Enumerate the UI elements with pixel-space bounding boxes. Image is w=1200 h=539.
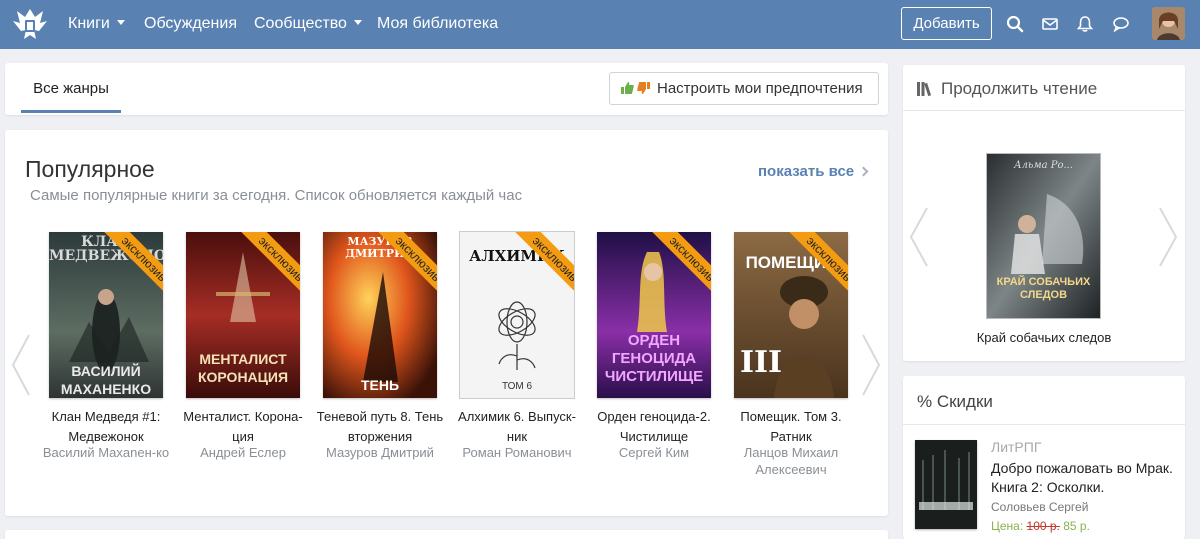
continue-next-arrow[interactable]: [1157, 206, 1179, 268]
discount-genre[interactable]: ЛитРПГ: [991, 439, 1041, 455]
mail-icon[interactable]: [1040, 14, 1060, 34]
carousel-next-arrow[interactable]: [860, 333, 882, 397]
chevron-down-icon: [353, 20, 362, 25]
book-title[interactable]: Клан Медведя #1: Медвежонок: [39, 407, 173, 447]
price-label: Цена:: [991, 519, 1024, 533]
search-icon[interactable]: [1005, 14, 1025, 34]
old-price: 100 р.: [1026, 519, 1060, 533]
book-author[interactable]: Андрей Еслер: [176, 444, 310, 461]
thumbs-down-icon: [637, 82, 650, 94]
continue-reading-title: Продолжить чтение: [941, 79, 1098, 98]
book-author[interactable]: Сергей Ким: [587, 444, 721, 461]
cover-bottom-text: ТОМ 6: [501, 381, 533, 392]
continue-book-title[interactable]: Край собачьих следов: [903, 330, 1185, 345]
book-title[interactable]: Менталист. Корона-ция: [176, 407, 310, 447]
book-author[interactable]: Василий Махanен-ко: [39, 444, 173, 461]
cover-art: [915, 440, 977, 529]
book-cover[interactable]: КЛАН МЕДВЕЖОНОК ВАСИЛИЙ МАХАНЕНКО эксклю…: [49, 232, 163, 398]
chevron-down-icon: [116, 20, 125, 25]
top-navbar: Книги Обсуждения Сообщество Моя библиоте…: [0, 0, 1200, 49]
cover-top-text: Альма Ро...: [1013, 160, 1074, 171]
book-cover[interactable]: ОРДЕН ГЕНОЦИДА ЧИСТИЛИЩЕ эксклюзив: [597, 232, 711, 398]
discounts-card: % Скидки ЛитРПГ Добро пожаловать во Мрак…: [903, 376, 1185, 539]
book-cover[interactable]: ПОМЕЩИК III эксклюзив: [734, 232, 848, 398]
continue-book-cover[interactable]: Альма Ро... КРАЙ СОБАЧЬИХ СЛЕДОВ: [987, 154, 1100, 318]
nav-my-library[interactable]: Моя библиотека: [377, 14, 498, 34]
next-section-card: [5, 530, 888, 539]
preferences-button[interactable]: Настроить мои предпочтения: [609, 72, 879, 105]
thumbs-up-icon: [621, 82, 634, 94]
chat-icon[interactable]: [1111, 14, 1131, 34]
discount-price: Цена: 100 р. 85 р.: [991, 519, 1090, 533]
discount-book-author[interactable]: Соловьев Сергей: [991, 500, 1088, 514]
nav-books-label: Книги: [68, 15, 110, 32]
discount-book-title[interactable]: Добро пожаловать во Мрак. Книга 2: Оскол…: [991, 459, 1181, 497]
section-title: Популярное: [25, 156, 155, 182]
cover-bottom-text: КРАЙ СОБАЧЬИХ СЛЕДОВ: [996, 276, 1091, 301]
nav-books[interactable]: Книги: [68, 14, 125, 34]
book-title[interactable]: Алхимик 6. Выпуск-ник: [450, 407, 584, 447]
book-title[interactable]: Орден геноцида-2. Чистилище: [587, 407, 721, 447]
book-author[interactable]: Мазуров Дмитрий: [313, 444, 447, 461]
discounts-title: % Скидки: [917, 392, 993, 411]
show-all-link[interactable]: показать все: [758, 163, 869, 180]
nav-community-label: Сообщество: [254, 15, 347, 32]
nav-community[interactable]: Сообщество: [254, 14, 362, 34]
cover-bottom-text: ТЕНЬ ВТОРЖЕНИЯ: [335, 377, 425, 398]
section-subtitle: Самые популярные книги за сегодня. Списо…: [30, 187, 523, 204]
show-all-label: показать все: [758, 163, 855, 180]
book-title[interactable]: Помещик. Том 3. Ратник: [724, 407, 858, 447]
continue-prev-arrow[interactable]: [908, 206, 930, 268]
cover-bottom-text: МЕНТАЛИСТ КОРОНАЦИЯ: [197, 351, 289, 385]
cover-bottom-text: ВАСИЛИЙ МАХАНЕНКО: [60, 363, 152, 397]
genre-tabs-card: Все жанры Настроить мои предпочтения: [5, 63, 888, 115]
divider: [903, 424, 1185, 425]
carousel-prev-arrow[interactable]: [10, 333, 32, 397]
chevron-right-icon: [858, 166, 869, 177]
discount-book-cover[interactable]: [915, 440, 977, 529]
book-title[interactable]: Теневой путь 8. Тень вторжения: [313, 407, 447, 447]
eagle-logo-icon[interactable]: [9, 3, 51, 45]
book-cover[interactable]: МАЗУРОВ ДМИТРИЙ ТЕНЬ ВТОРЖЕНИЯ эксклюзив: [323, 232, 437, 398]
cover-bottom-text: ОРДЕН ГЕНОЦИДА ЧИСТИЛИЩЕ: [604, 332, 704, 385]
new-price: 85 р.: [1063, 519, 1090, 533]
book-cover[interactable]: МЕНТАЛИСТ КОРОНАЦИЯ эксклюзив: [186, 232, 300, 398]
bell-icon[interactable]: [1075, 14, 1095, 34]
books-icon: [917, 82, 932, 97]
continue-reading-card: Продолжить чтение Альма Ро... КРАЙ СОБАЧ…: [903, 65, 1185, 361]
book-author[interactable]: Роман Романович: [450, 444, 584, 461]
nav-my-library-label: Моя библиотека: [377, 15, 499, 32]
tab-all-genres[interactable]: Все жанры: [21, 63, 121, 113]
nav-discussions-label: Обсуждения: [144, 15, 237, 32]
cover-bottom-text: III: [739, 345, 783, 380]
book-author[interactable]: Ланцов Михаил Алексеевич: [724, 444, 858, 478]
avatar[interactable]: [1152, 7, 1185, 40]
nav-discussions[interactable]: Обсуждения: [144, 14, 237, 34]
continue-reading-header: Продолжить чтение: [903, 65, 1185, 111]
preferences-button-label: Настроить мои предпочтения: [657, 80, 863, 97]
book-cover[interactable]: АЛХИМИК ТОМ 6 эксклюзив: [460, 232, 574, 398]
add-button[interactable]: Добавить: [901, 7, 992, 40]
